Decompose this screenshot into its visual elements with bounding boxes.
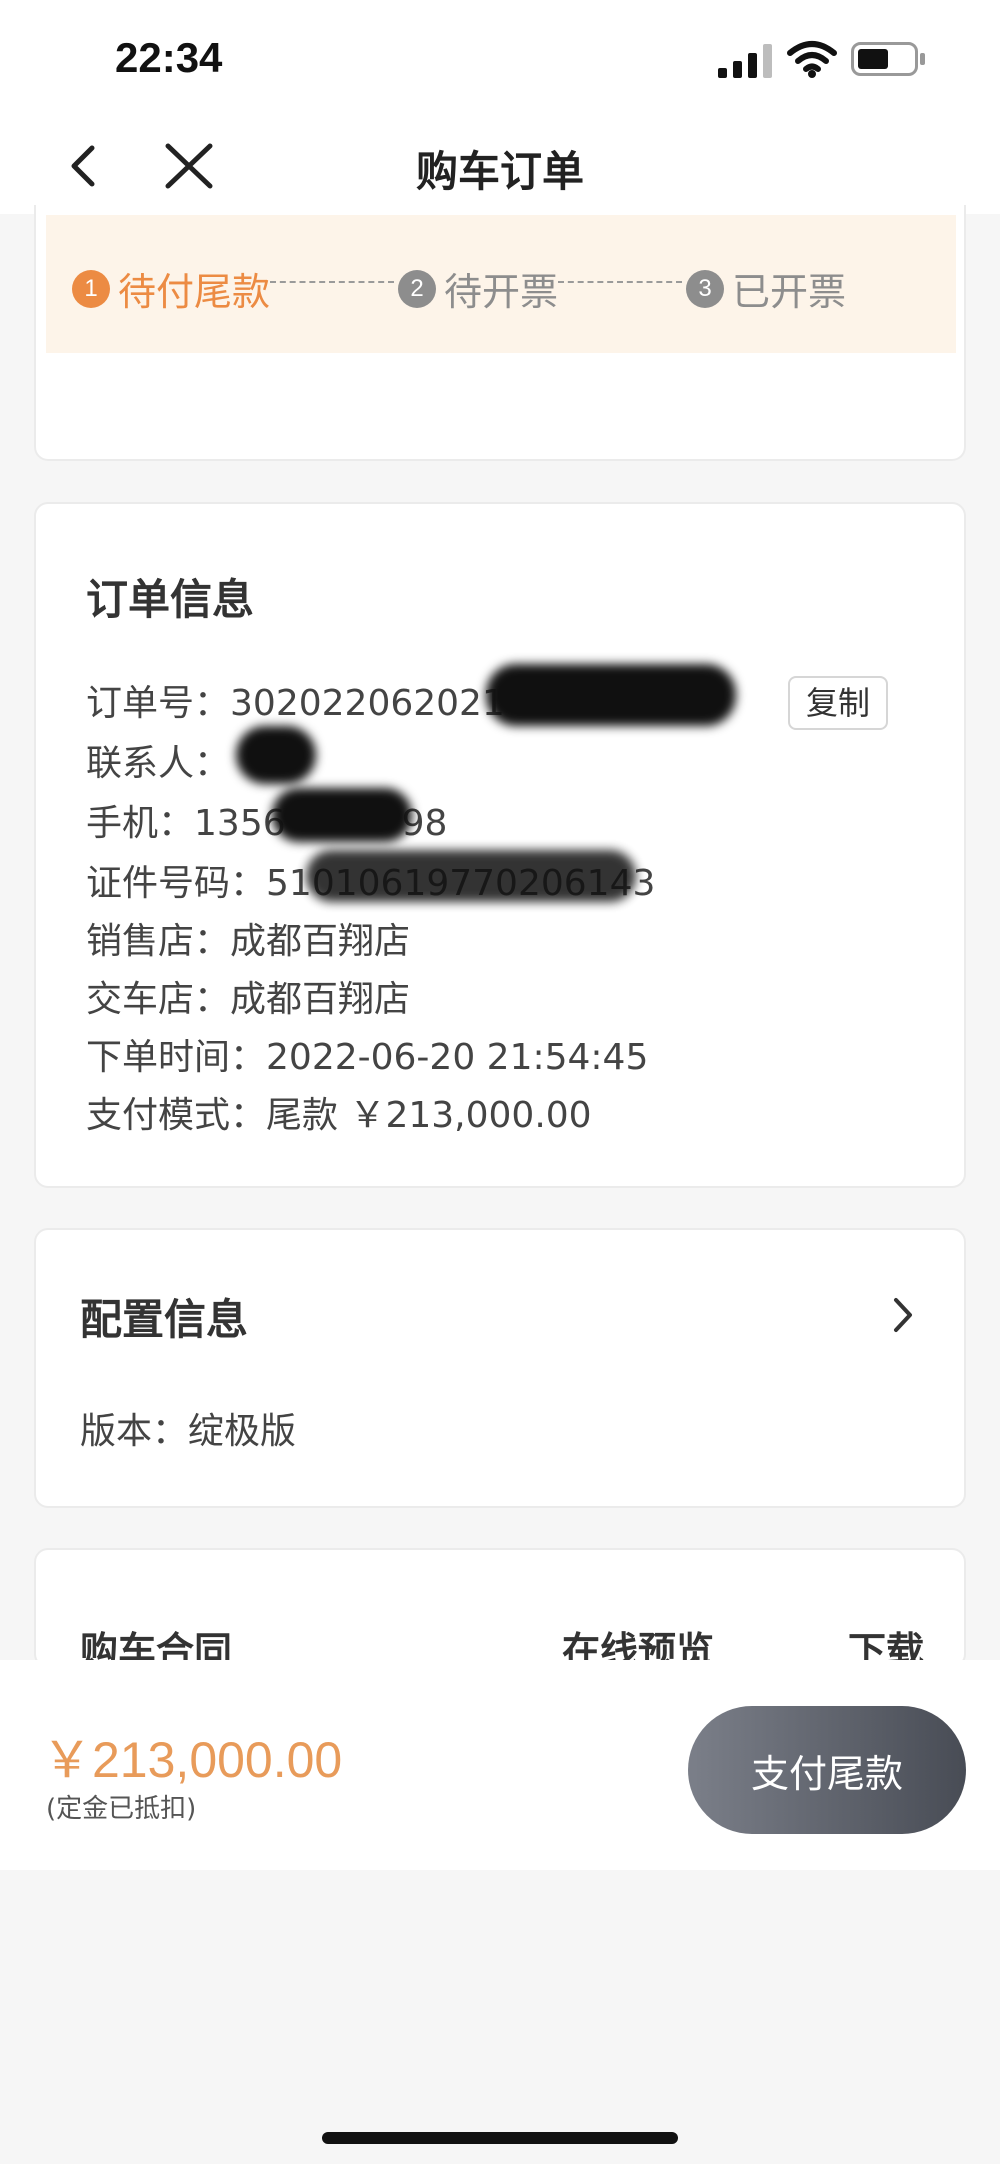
- step-label: 待开票: [444, 270, 559, 314]
- step-connector: [558, 281, 682, 283]
- payment-mode-label: 支付模式：: [86, 1095, 267, 1136]
- home-indicator: [322, 2132, 678, 2144]
- step-label: 待付尾款: [118, 270, 271, 314]
- contract-card: 购车合同 在线预览 下载: [34, 1548, 966, 1668]
- config-info-card[interactable]: 配置信息 版本：绽极版: [34, 1228, 966, 1508]
- step-label: 已开票: [732, 270, 847, 314]
- total-amount: ￥213,000.00: [42, 1732, 343, 1788]
- battery-icon: [851, 42, 925, 76]
- copy-order-number-button[interactable]: 复制: [788, 676, 888, 730]
- version-label: 版本：: [80, 1411, 189, 1452]
- step-connector: [270, 281, 394, 283]
- progress-step-1: 1 待付尾款: [72, 261, 270, 316]
- deposit-note: (定金已抵扣): [46, 1794, 197, 1824]
- delivery-store-label: 交车店：: [86, 979, 231, 1020]
- step-number: 1: [72, 269, 110, 308]
- contact-row: 联系人：: [86, 734, 230, 786]
- sales-store-label: 销售店：: [86, 921, 231, 962]
- step-number: 3: [686, 269, 724, 308]
- delivery-store-value: 成都百翔店: [230, 979, 411, 1020]
- order-progress-card: 1 待付尾款 2 待开票 3 已开票: [34, 205, 966, 461]
- page-title: 购车订单: [415, 147, 584, 196]
- order-number-row: 订单号：302022062021: [86, 674, 505, 726]
- order-info-card: 订单信息 订单号：302022062021 复制 联系人： 手机：1356 98 …: [34, 502, 966, 1188]
- status-bar: 22:34: [0, 0, 1000, 116]
- phone-label: 手机：: [86, 803, 195, 844]
- sales-store-value: 成都百翔店: [230, 921, 411, 962]
- redaction-mark: [272, 788, 412, 842]
- config-info-title: 配置信息: [80, 1295, 249, 1344]
- id-number-label: 证件号码：: [86, 863, 267, 904]
- cellular-signal-icon: [718, 44, 772, 78]
- redaction-mark: [486, 664, 736, 726]
- payment-mode-value: 尾款 ￥213,000.00: [266, 1095, 592, 1136]
- pay-bar: ￥213,000.00 (定金已抵扣) 支付尾款: [0, 1660, 1000, 1870]
- delivery-store-row: 交车店：成都百翔店: [86, 970, 410, 1022]
- version-row: 版本：绽极版: [80, 1402, 296, 1454]
- step-number: 2: [398, 269, 436, 308]
- wifi-icon: [787, 41, 837, 78]
- progress-step-2: 2 待开票: [398, 261, 558, 316]
- progress-band: 1 待付尾款 2 待开票 3 已开票: [46, 215, 956, 353]
- contact-label: 联系人：: [86, 743, 231, 784]
- sales-store-row: 销售店：成都百翔店: [86, 912, 410, 964]
- order-time-value: 2022-06-20 21:54:45: [266, 1037, 649, 1078]
- order-number-label: 订单号：: [86, 683, 231, 724]
- redaction-mark: [236, 726, 316, 784]
- redaction-mark: [306, 850, 636, 902]
- order-time-label: 下单时间：: [86, 1037, 267, 1078]
- order-number-value: 302022062021: [230, 683, 505, 724]
- order-info-title: 订单信息: [86, 575, 255, 624]
- progress-step-3: 3 已开票: [686, 261, 846, 316]
- payment-mode-row: 支付模式：尾款 ￥213,000.00: [86, 1086, 592, 1138]
- version-value: 绽极版: [188, 1411, 297, 1452]
- chevron-right-icon[interactable]: [888, 1292, 918, 1338]
- order-time-row: 下单时间：2022-06-20 21:54:45: [86, 1028, 648, 1080]
- nav-bar: 购车订单: [0, 116, 1000, 214]
- pay-balance-button[interactable]: 支付尾款: [688, 1706, 966, 1834]
- status-time: 22:34: [115, 34, 223, 81]
